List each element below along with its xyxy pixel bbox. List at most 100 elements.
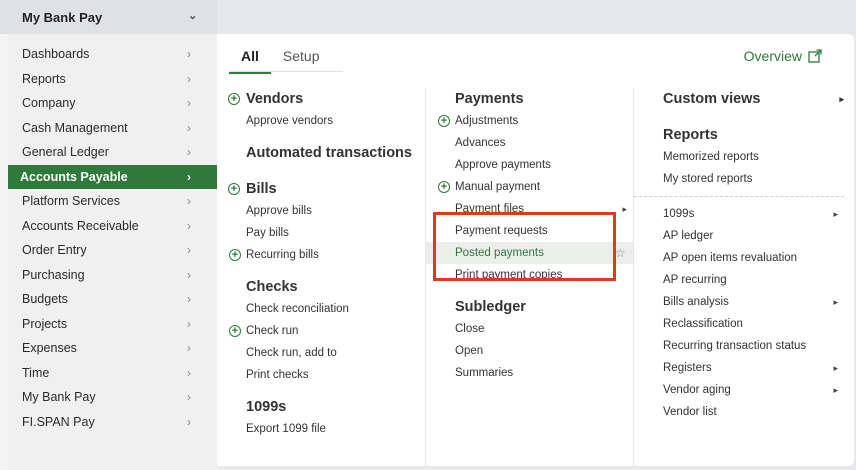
plus-circle-icon[interactable]: + (228, 183, 240, 195)
tab-all[interactable]: All (229, 44, 271, 74)
chevron-down-icon: ⌄ (188, 10, 198, 22)
registers-link[interactable]: Registers ▸ (663, 357, 844, 379)
sidebar-item-purchasing[interactable]: Purchasing › (8, 263, 217, 288)
tab-setup[interactable]: Setup (271, 44, 332, 74)
sidebar-item-reports[interactable]: Reports › (8, 67, 217, 92)
ap-recurring-link[interactable]: AP recurring (663, 269, 844, 291)
overview-label: Overview (743, 48, 802, 64)
topbar-background (217, 0, 856, 34)
sidebar-item-label: Time (22, 365, 50, 380)
vendor-list-link[interactable]: Vendor list (663, 401, 844, 423)
sidebar-item-budgets[interactable]: Budgets › (8, 287, 217, 312)
plus-circle-icon[interactable]: + (229, 249, 241, 261)
custom-views-link[interactable]: Custom views ▸ (663, 88, 844, 110)
my-stored-reports-link[interactable]: My stored reports (663, 168, 844, 190)
chevron-right-icon: › (187, 267, 191, 282)
column-vendors: + Vendors Approve vendors Automated trans… (228, 88, 426, 440)
bills-analysis-label: Bills analysis (663, 296, 729, 308)
sidebar-item-general-ledger[interactable]: General Ledger › (8, 140, 217, 165)
report-1099s-label: 1099s (663, 208, 695, 220)
vendors-header[interactable]: + Vendors (228, 88, 426, 110)
open-link[interactable]: Open (455, 340, 633, 362)
ap-ledger-link[interactable]: AP ledger (663, 225, 844, 247)
sidebar-item-label: Budgets (22, 292, 68, 307)
manual-payment-link[interactable]: + Manual payment (438, 176, 633, 198)
chevron-right-icon: ▸ (833, 384, 838, 395)
report-1099s-link[interactable]: 1099s ▸ (663, 203, 844, 225)
chevron-right-icon: ▸ (839, 93, 844, 104)
sidebar-item-label: Purchasing (22, 267, 85, 282)
close-link[interactable]: Close (455, 318, 633, 340)
advances-link[interactable]: Advances (455, 132, 633, 154)
registers-label: Registers (663, 362, 712, 374)
chevron-right-icon: › (187, 145, 191, 160)
export-1099-link[interactable]: Export 1099 file (246, 418, 426, 440)
pay-bills-link[interactable]: Pay bills (246, 222, 426, 244)
recurring-bills-link[interactable]: + Recurring bills (229, 244, 426, 266)
print-payment-copies-link[interactable]: Print payment copies (455, 264, 633, 286)
column-payments: Payments + Adjustments Advances Approve p… (425, 88, 633, 466)
sidebar-item-label: Company (22, 96, 76, 111)
subledger-header: Subledger (455, 299, 526, 315)
module-sidebar: Dashboards › Reports › Company › Cash Manag… (8, 34, 217, 470)
sidebar-item-projects[interactable]: Projects › (8, 312, 217, 337)
ap-open-items-link[interactable]: AP open items revaluation (663, 247, 844, 269)
summaries-link[interactable]: Summaries (455, 362, 633, 384)
app-switcher[interactable]: My Bank Pay ⌄ (0, 0, 217, 34)
menu-panel: All Setup Overview + Vendors Approve vend… (217, 34, 854, 466)
posted-payments-link[interactable]: Posted payments (426, 242, 633, 264)
chevron-right-icon: ▸ (833, 208, 838, 219)
bills-header[interactable]: + Bills (228, 178, 426, 200)
sidebar-item-my-bank-pay[interactable]: My Bank Pay › (8, 385, 217, 410)
sidebar-item-cash-management[interactable]: Cash Management › (8, 116, 217, 141)
app-switcher-label: My Bank Pay (22, 9, 103, 25)
chevron-right-icon: ▸ (622, 203, 627, 214)
recurring-status-link[interactable]: Recurring transaction status (663, 335, 844, 357)
print-checks-link[interactable]: Print checks (246, 364, 426, 386)
sidebar-item-order-entry[interactable]: Order Entry › (8, 238, 217, 263)
plus-circle-icon[interactable]: + (438, 181, 450, 193)
plus-circle-icon[interactable]: + (438, 115, 450, 127)
sidebar-item-label: Cash Management (22, 120, 128, 135)
column-reports: Custom views ▸ Reports Memorized reports … (633, 88, 844, 466)
external-link-icon (808, 49, 822, 63)
check-run-link[interactable]: + Check run (229, 320, 426, 342)
sidebar-item-company[interactable]: Company › (8, 91, 217, 116)
vendor-aging-label: Vendor aging (663, 384, 731, 396)
payment-requests-link[interactable]: Payment requests (455, 220, 633, 242)
recurring-bills-label: Recurring bills (246, 249, 319, 261)
sidebar-item-label: Order Entry (22, 243, 87, 258)
approve-vendors-link[interactable]: Approve vendors (246, 110, 426, 132)
vendor-aging-link[interactable]: Vendor aging ▸ (663, 379, 844, 401)
memorized-reports-link[interactable]: Memorized reports (663, 146, 844, 168)
bills-analysis-link[interactable]: Bills analysis ▸ (663, 291, 844, 313)
sidebar-item-platform-services[interactable]: Platform Services › (8, 189, 217, 214)
plus-circle-icon[interactable]: + (228, 93, 240, 105)
adjustments-link[interactable]: + Adjustments (438, 110, 633, 132)
sidebar-item-expenses[interactable]: Expenses › (8, 336, 217, 361)
approve-bills-link[interactable]: Approve bills (246, 200, 426, 222)
check-run-add-link[interactable]: Check run, add to (246, 342, 426, 364)
sidebar-item-accounts-payable[interactable]: Accounts Payable › (8, 164, 217, 189)
chevron-right-icon: › (187, 341, 191, 356)
chevron-right-icon: › (187, 71, 191, 86)
check-reconciliation-link[interactable]: Check reconciliation (246, 298, 426, 320)
1099s-header: 1099s (246, 399, 287, 415)
overview-link[interactable]: Overview (744, 48, 822, 64)
automated-transactions-header[interactable]: Automated transactions (246, 142, 426, 164)
sidebar-item-label: FI.SPAN Pay (22, 414, 95, 429)
payment-files-link[interactable]: Payment files ▸ (455, 198, 633, 220)
reclassification-link[interactable]: Reclassification (663, 313, 844, 335)
approve-payments-link[interactable]: Approve payments (455, 154, 633, 176)
sidebar-item-dashboards[interactable]: Dashboards › (8, 42, 217, 67)
plus-circle-icon[interactable]: + (229, 325, 241, 337)
tab-divider (229, 71, 343, 72)
chevron-right-icon: › (187, 47, 191, 62)
sidebar-item-label: Accounts Payable (20, 169, 128, 184)
sidebar-item-accounts-receivable[interactable]: Accounts Receivable › (8, 214, 217, 239)
sidebar-item-fispan-pay[interactable]: FI.SPAN Pay › (8, 410, 217, 435)
sidebar-item-label: Reports (22, 71, 66, 86)
sidebar-item-time[interactable]: Time › (8, 361, 217, 386)
chevron-right-icon: › (187, 218, 191, 233)
chevron-right-icon: › (187, 194, 191, 209)
